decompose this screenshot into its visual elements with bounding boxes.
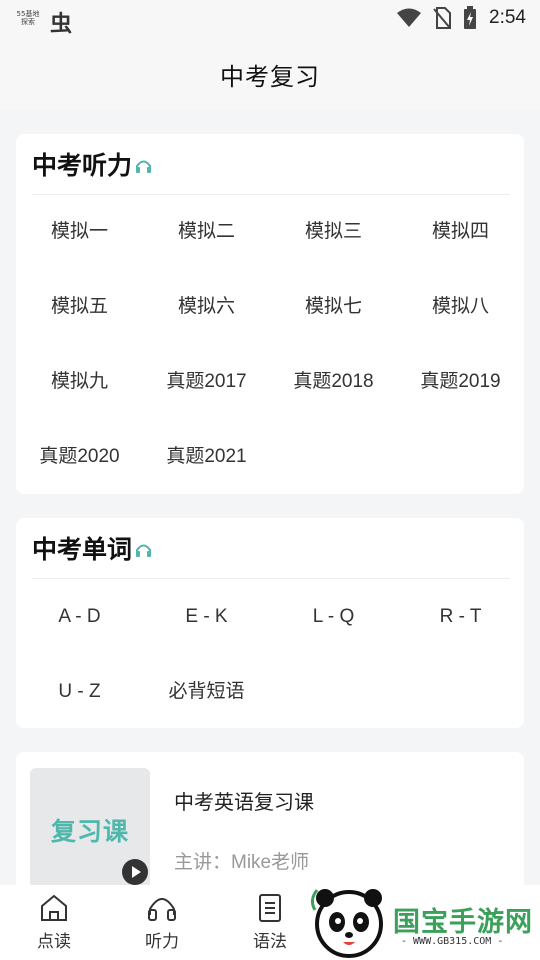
status-bar: 55基地 探索 虫 2:54 [0, 0, 540, 38]
listening-item[interactable]: 真题2020 [16, 442, 143, 472]
words-item[interactable]: L - Q [270, 602, 397, 632]
listening-item[interactable]: 真题2017 [143, 367, 270, 397]
tab-label: 听力 [145, 932, 179, 952]
listening-item[interactable]: 模拟三 [270, 217, 397, 247]
badge-line2: 探索 [21, 18, 35, 26]
tab-diandu[interactable]: 点读 [14, 893, 94, 952]
listening-item[interactable]: 模拟四 [397, 217, 524, 247]
watermark-url: - WWW.GB315.COM - [401, 936, 504, 947]
course-thumbnail[interactable]: 复习课 [30, 768, 150, 888]
words-section-header: 中考单词 [32, 530, 152, 566]
listening-item[interactable]: 模拟八 [397, 292, 524, 322]
listening-item[interactable]: 真题2018 [270, 367, 397, 397]
badge-line1: 55基地 [16, 10, 40, 18]
listening-card: 中考听力 模拟一 模拟二 模拟三 模拟四 模拟五 模拟六 模拟七 模拟八 模拟九 真题2017 真题… [16, 134, 524, 494]
listening-item[interactable]: 模拟一 [16, 217, 143, 247]
listening-item[interactable]: 真题2021 [143, 442, 270, 472]
listening-item[interactable]: 模拟九 [16, 367, 143, 397]
battery-charging-icon [464, 6, 477, 29]
play-icon[interactable] [122, 859, 148, 885]
course-thumbnail-text: 复习课 [50, 817, 129, 846]
headphones-icon [136, 544, 152, 557]
listening-item[interactable]: 真题2019 [397, 367, 524, 397]
home-icon [41, 894, 67, 921]
divider [32, 194, 510, 195]
listening-item[interactable]: 模拟七 [270, 292, 397, 322]
watermark-brand: 国宝手游网 [393, 907, 533, 938]
listening-item[interactable]: 模拟二 [143, 217, 270, 247]
words-item[interactable]: E - K [143, 602, 270, 632]
tab-tingli[interactable]: 听力 [122, 893, 202, 952]
bug-icon: 虫 [50, 12, 73, 37]
watermark: 国宝手游网 - WWW.GB315.COM - [305, 880, 540, 960]
no-sim-icon [433, 7, 452, 29]
listening-item[interactable]: 模拟六 [143, 292, 270, 322]
page-title: 中考复习 [220, 62, 320, 91]
course-teacher: 主讲：Mike老师 [174, 852, 310, 873]
words-item[interactable]: R - T [397, 602, 524, 632]
words-title: 中考单词 [32, 535, 133, 564]
tab-yufa[interactable]: 语法 [230, 893, 310, 952]
divider [32, 578, 510, 579]
headphones-icon [136, 160, 152, 173]
headphones-icon [148, 898, 176, 921]
document-icon [259, 894, 281, 922]
clock: 2:54 [489, 7, 526, 28]
words-card: 中考单词 A - DE - KL - QR - T U - Z 必背短语 [16, 518, 524, 728]
listening-section-header: 中考听力 [32, 146, 152, 182]
tab-label: 语法 [253, 932, 287, 952]
listening-item[interactable]: 模拟五 [16, 292, 143, 322]
tab-label: 点读 [37, 932, 71, 952]
words-item[interactable]: U - Z [16, 677, 143, 707]
course-title[interactable]: 中考英语复习课 [174, 786, 314, 815]
wifi-icon [397, 8, 422, 27]
panda-logo-icon [310, 889, 383, 958]
listening-title: 中考听力 [32, 151, 133, 180]
app-header: 中考复习 [0, 38, 540, 110]
app-badge-icon: 55基地 探索 [16, 10, 40, 34]
words-item[interactable]: 必背短语 [143, 677, 270, 707]
words-item[interactable]: A - D [16, 602, 143, 632]
